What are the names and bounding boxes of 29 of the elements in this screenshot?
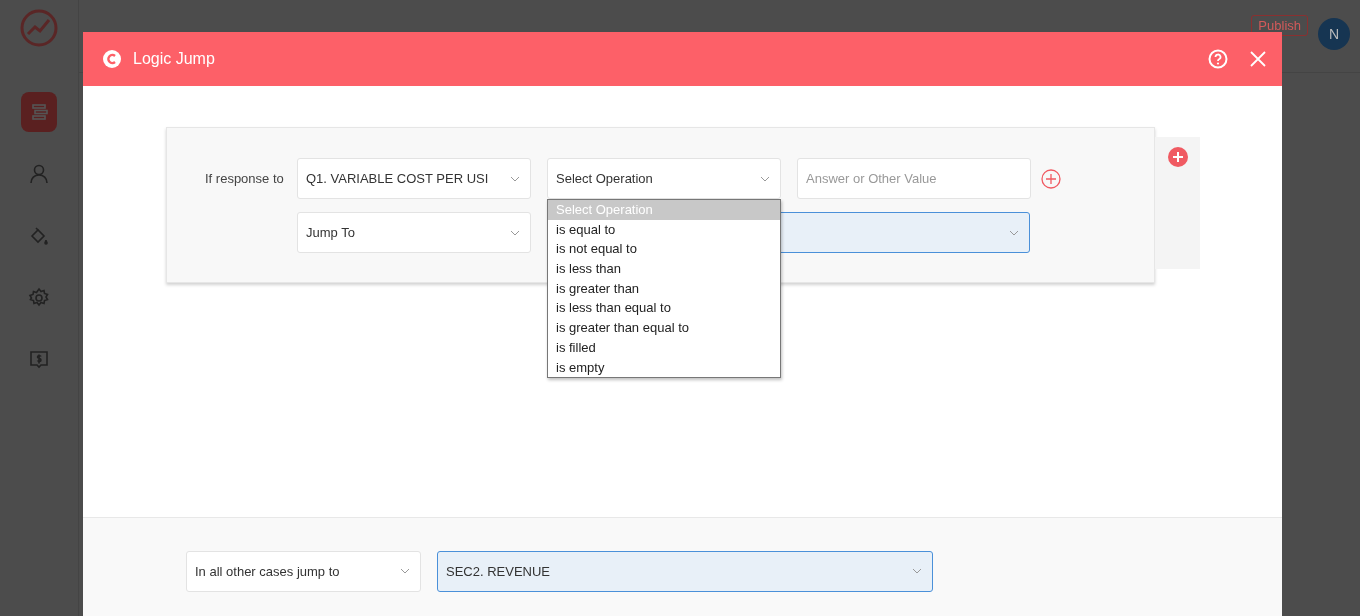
dropdown-option[interactable]: is greater than equal to [548, 318, 780, 338]
chevron-icon [1009, 229, 1019, 236]
chevron-icon [400, 568, 410, 574]
avatar[interactable]: N [1318, 18, 1350, 50]
jump-select[interactable]: Jump To [297, 212, 531, 253]
help-icon[interactable] [1208, 49, 1228, 69]
chevron-icon [510, 175, 520, 182]
field-label: If response to [205, 171, 281, 186]
operation-select[interactable]: Select Operation [547, 158, 781, 199]
dialog-title: Logic Jump [133, 50, 215, 68]
add-condition-icon[interactable] [1041, 168, 1061, 189]
logo-icon[interactable] [19, 8, 59, 48]
dropdown-option[interactable]: is empty [548, 357, 780, 378]
else-select[interactable]: In all other cases jump to [186, 550, 421, 592]
sidebar-pages-icon[interactable] [21, 92, 57, 132]
logo-icon [103, 50, 121, 68]
answer-input[interactable]: Answer or Other Value [797, 158, 1031, 199]
close-icon[interactable] [1250, 51, 1266, 67]
dropdown-option[interactable]: is less than [548, 259, 780, 279]
dropdown-option[interactable]: is greater than [548, 278, 780, 299]
question-select[interactable]: Q1. VARIABLE COST PER USI [297, 158, 531, 199]
chevron-icon [760, 175, 770, 182]
dropdown-option[interactable]: is equal to [548, 219, 780, 240]
dropdown-option[interactable]: is not equal to [548, 239, 780, 260]
dropdown-option[interactable]: is filled [548, 337, 780, 358]
else-target-select[interactable]: SEC2. REVENUE [437, 550, 933, 592]
dropdown-option[interactable]: is less than equal to [548, 298, 780, 319]
chevron-icon [912, 568, 922, 574]
chevron-icon [510, 229, 520, 236]
